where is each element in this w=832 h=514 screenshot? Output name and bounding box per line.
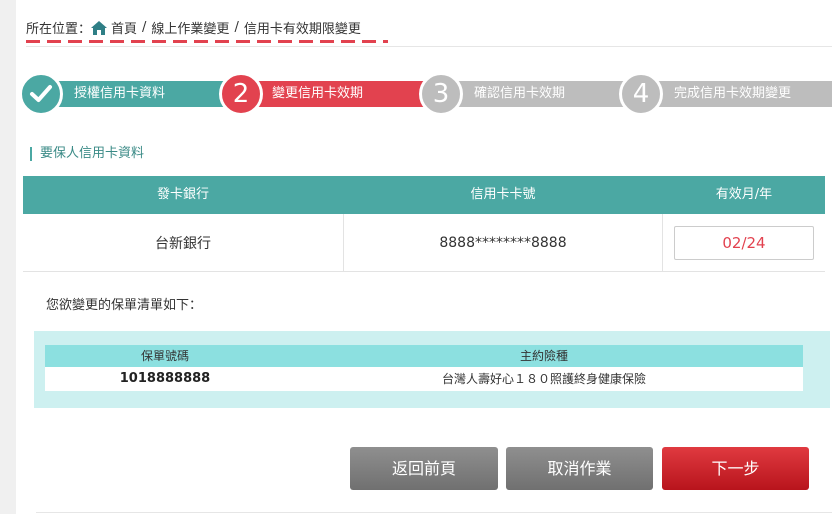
header-product: 主約險種: [519, 349, 568, 363]
breadcrumb-underline: [26, 40, 388, 43]
header-card-number: 信用卡卡號: [470, 187, 536, 202]
header-policy-number: 保單號碼: [140, 349, 189, 363]
step-4-label: 完成信用卡效期變更: [674, 86, 792, 101]
step-indicator: 授權信用卡資料 變更信用卡效期 確認信用卡效期 完成信用卡效期變更 2 3 4: [16, 70, 832, 120]
breadcrumb-separator: /: [234, 19, 239, 35]
policy-product: 台灣人壽好心１８０照護終身健康保險: [441, 372, 646, 386]
home-icon[interactable]: [91, 21, 108, 35]
credit-card-table: 發卡銀行 信用卡卡號 有效月/年 台新銀行 8888********8888 0…: [23, 176, 825, 272]
breadcrumb-current: 信用卡有效期限變更: [243, 21, 361, 37]
breadcrumb-prefix: 所在位置：: [26, 21, 92, 37]
divider: [36, 512, 832, 513]
divider: [26, 46, 832, 47]
policy-row: 1018888888 台灣人壽好心１８０照護終身健康保險: [45, 367, 803, 391]
step-2: 變更信用卡效期: [246, 81, 446, 107]
step-1-label: 授權信用卡資料: [74, 86, 166, 101]
policy-list: 保單號碼 主約險種 1018888888 台灣人壽好心１８０照護終身健康保險: [34, 331, 830, 408]
header-bank: 發卡銀行: [156, 187, 209, 202]
breadcrumb-separator: /: [142, 19, 147, 35]
step-3: 確認信用卡效期: [446, 81, 646, 107]
policy-table-header: 保單號碼 主約險種: [45, 345, 803, 367]
section-title: 要保人信用卡資料: [30, 147, 144, 161]
step-2-label: 變更信用卡效期: [272, 86, 364, 101]
policy-number: 1018888888: [119, 371, 211, 386]
breadcrumb-home-link[interactable]: 首頁: [111, 18, 137, 37]
table-header: 發卡銀行 信用卡卡號 有效月/年: [23, 176, 825, 214]
step-2-circle: 2: [219, 72, 263, 116]
bank-name: 台新銀行: [155, 235, 211, 252]
check-icon: [30, 85, 52, 102]
step-3-label: 確認信用卡效期: [474, 86, 566, 101]
step-1: 授權信用卡資料: [46, 81, 246, 107]
page: 所在位置： 首頁 / 線上作業變更 / 信用卡有效期限變更 授權信用卡資料 變更…: [16, 0, 832, 514]
cancel-button[interactable]: 取消作業: [506, 447, 653, 490]
breadcrumb-online-change-link[interactable]: 線上作業變更: [151, 18, 229, 37]
step-1-circle: [19, 72, 63, 116]
step-4-circle: 4: [619, 72, 663, 116]
header-expiry: 有效月/年: [715, 187, 773, 202]
expiry-input[interactable]: 02/24: [674, 225, 814, 260]
expiry-cell: 02/24: [663, 214, 825, 271]
card-number: 8888********8888: [343, 214, 663, 271]
policy-list-note: 您欲變更的保單清單如下：: [46, 298, 203, 313]
back-button[interactable]: 返回前頁: [350, 447, 498, 490]
breadcrumb: 所在位置： 首頁 / 線上作業變更 / 信用卡有效期限變更: [26, 17, 361, 37]
next-button[interactable]: 下一步: [662, 447, 809, 490]
step-3-circle: 3: [419, 72, 463, 116]
table-row: 台新銀行 8888********8888 02/24: [23, 214, 825, 272]
step-4: 完成信用卡效期變更: [646, 81, 832, 107]
